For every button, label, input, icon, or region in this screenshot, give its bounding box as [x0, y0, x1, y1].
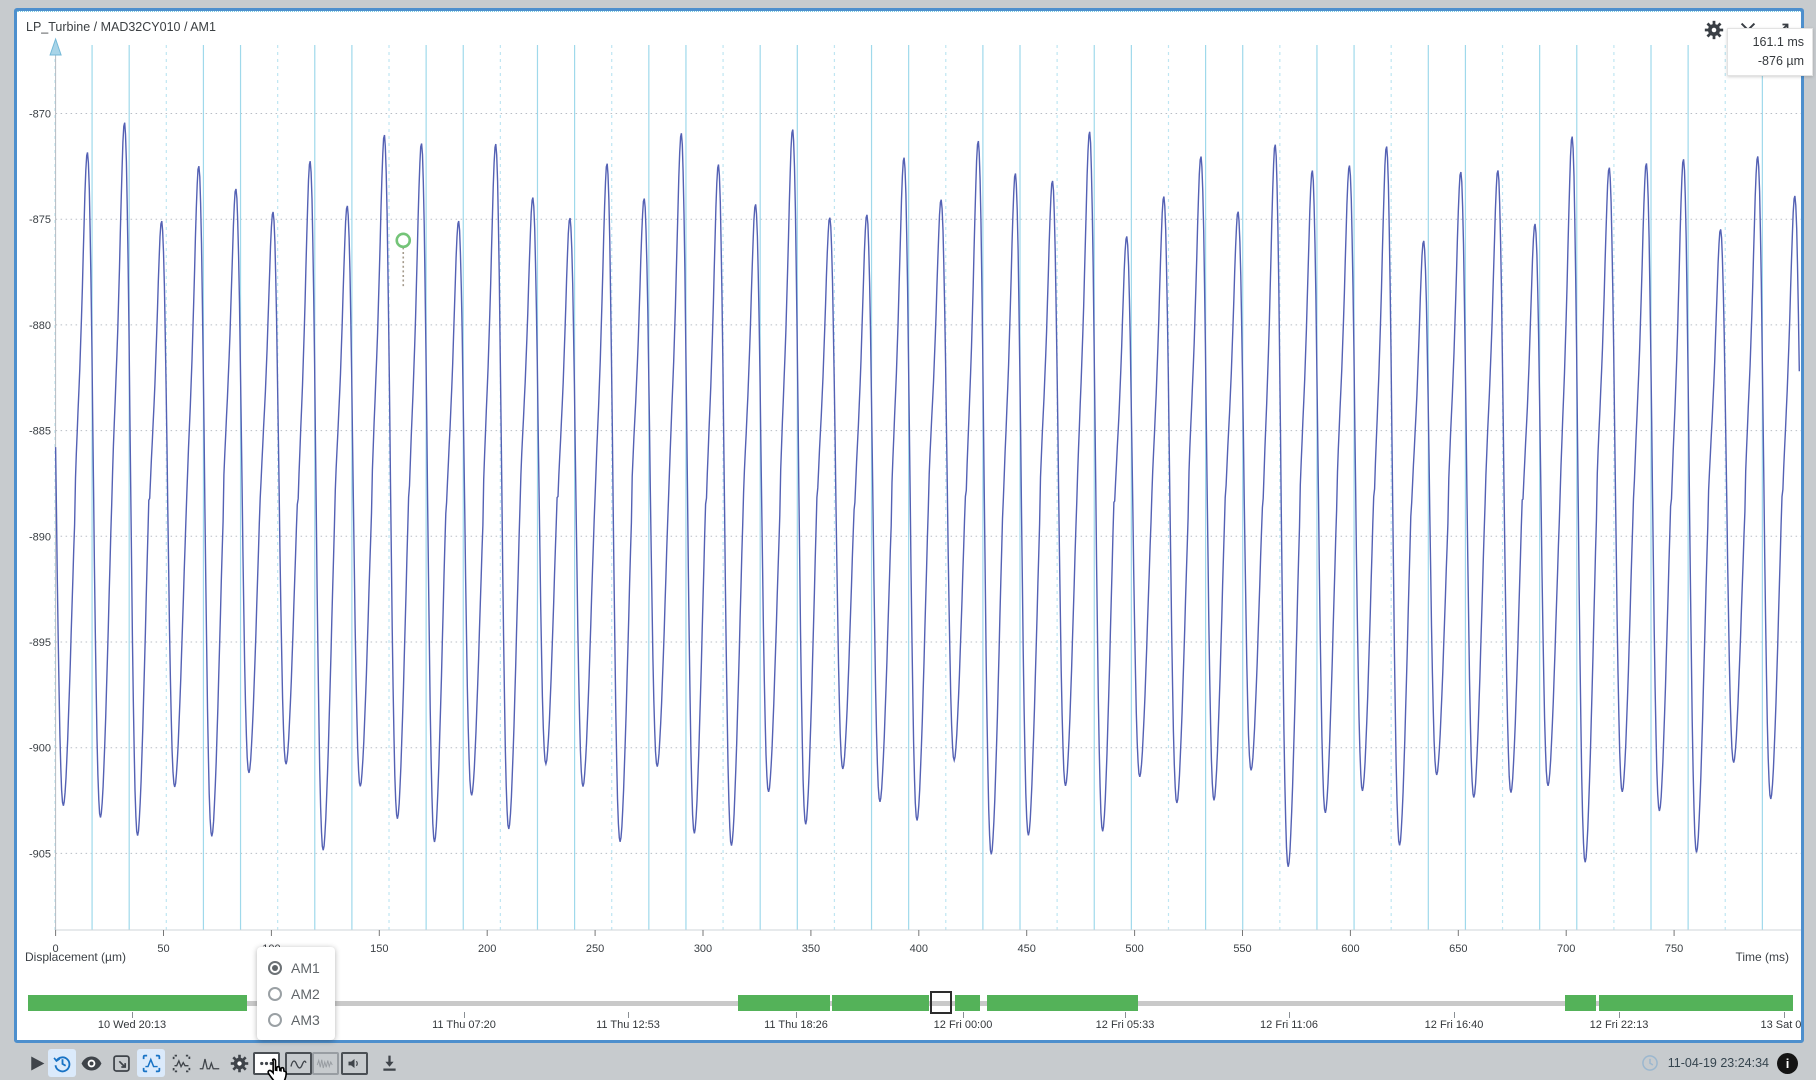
radio-off-icon[interactable] [268, 987, 282, 1001]
history-button[interactable] [48, 1049, 76, 1077]
sine-wave-icon [287, 1054, 310, 1073]
fit-screen-icon [107, 1049, 135, 1077]
channel-option-am1[interactable]: AM1 [268, 955, 335, 981]
cursor-time-value: 161.1 ms [1736, 33, 1804, 52]
download-icon [375, 1049, 403, 1077]
y-tick-label: -885 [29, 426, 51, 438]
radio-off-icon[interactable] [268, 1013, 282, 1027]
status-bar: 11-04-19 23:24:34 i [1640, 1048, 1798, 1078]
speaker-icon [343, 1054, 366, 1073]
clock-icon [1640, 1053, 1660, 1073]
x-tick-label: 150 [370, 943, 388, 955]
waveform-brackets-icon [137, 1049, 165, 1077]
waveform-plot-window: -870-875-880-885-890-895-900-90505010015… [14, 8, 1804, 1043]
peaks-icon [195, 1049, 223, 1077]
x-tick-label: 300 [694, 943, 712, 955]
y-tick-label: -880 [29, 320, 51, 332]
x-tick-label: 450 [1018, 943, 1036, 955]
channel-option-label: AM2 [291, 986, 320, 1002]
x-tick-label: 350 [802, 943, 820, 955]
x-tick-label: 600 [1341, 943, 1359, 955]
waveform-plot[interactable]: -870-875-880-885-890-895-900-90505010015… [17, 11, 1801, 1043]
x-tick-label: 500 [1125, 943, 1143, 955]
bottom-toolbar [0, 1046, 1816, 1080]
spectrum-button[interactable] [195, 1049, 223, 1077]
waveform-dashed-brackets-icon [167, 1049, 195, 1077]
ellipsis-icon [255, 1054, 278, 1073]
cursor-readout-tooltip: 161.1 ms -876 µm [1727, 28, 1813, 76]
waveform-span-button[interactable] [167, 1049, 195, 1077]
settings-button[interactable] [225, 1049, 253, 1077]
info-icon[interactable]: i [1777, 1053, 1798, 1074]
x-tick-label: 400 [910, 943, 928, 955]
y-tick-label: -870 [29, 109, 51, 121]
y-tick-label: -875 [29, 214, 51, 226]
application-screen: -870-875-880-885-890-895-900-90505010015… [0, 0, 1816, 1080]
x-tick-label: 700 [1557, 943, 1575, 955]
gear-icon [225, 1049, 253, 1077]
visibility-button[interactable] [77, 1049, 105, 1077]
radio-on-icon[interactable] [268, 961, 282, 975]
y-tick-label: -890 [29, 531, 51, 543]
timeline-selection-window[interactable] [930, 991, 952, 1014]
trend-button[interactable] [285, 1052, 312, 1075]
history-clock-icon [48, 1049, 76, 1077]
y-axis-caption: Displacement (µm) [25, 950, 126, 964]
x-tick-label: 750 [1665, 943, 1683, 955]
y-tick-label: -905 [29, 848, 51, 860]
channel-option-am2[interactable]: AM2 [268, 981, 335, 1007]
channel-option-label: AM3 [291, 1012, 320, 1028]
fit-view-button[interactable] [107, 1049, 135, 1077]
play-icon [22, 1049, 50, 1077]
multi-trace-button[interactable] [312, 1052, 339, 1075]
x-axis-caption: Time (ms) [1735, 950, 1789, 964]
more-options-button[interactable] [253, 1052, 280, 1075]
channel-option-label: AM1 [291, 960, 320, 976]
download-button[interactable] [375, 1049, 403, 1077]
waveform-cursor-marker[interactable] [397, 234, 410, 247]
status-timestamp: 11-04-19 23:24:34 [1668, 1056, 1769, 1070]
play-button[interactable] [22, 1049, 50, 1077]
y-tick-label: -895 [29, 637, 51, 649]
x-tick-label: 650 [1449, 943, 1467, 955]
y-tick-label: -900 [29, 743, 51, 755]
channel-select-popup: AM1 AM2 AM3 [257, 947, 335, 1040]
y-axis-arrow [50, 39, 61, 55]
multi-wave-icon [314, 1054, 337, 1073]
waveform-select-button[interactable] [137, 1049, 165, 1077]
channel-option-am3[interactable]: AM3 [268, 1007, 335, 1033]
x-tick-label: 200 [478, 943, 496, 955]
x-tick-label: 550 [1233, 943, 1251, 955]
x-tick-label: 50 [157, 943, 169, 955]
eye-icon [77, 1049, 105, 1077]
cursor-displacement-value: -876 µm [1736, 52, 1804, 71]
audio-button[interactable] [341, 1052, 368, 1075]
displacement-waveform [56, 123, 1800, 867]
x-tick-label: 250 [586, 943, 604, 955]
